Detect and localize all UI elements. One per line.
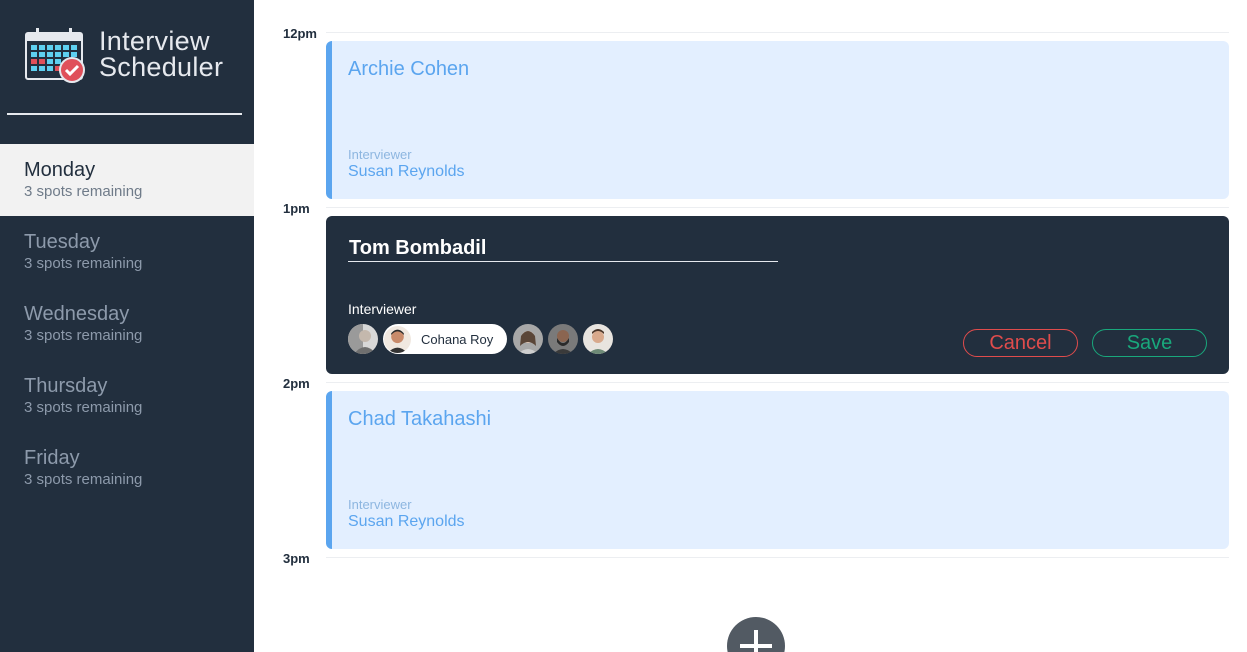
day-name: Thursday (24, 375, 108, 397)
time-label-2pm: 2pm (283, 376, 310, 391)
interviewer-avatar[interactable] (348, 324, 378, 354)
student-name-input[interactable] (348, 235, 778, 262)
day-name: Tuesday (24, 231, 100, 253)
time-label-1pm: 1pm (283, 201, 310, 216)
appointment-card[interactable]: Archie Cohen Interviewer Susan Reynolds (326, 41, 1229, 199)
student-name: Archie Cohen (348, 58, 470, 80)
day-name: Friday (24, 447, 80, 469)
interviewer-label: Interviewer (348, 497, 412, 512)
plus-icon (740, 630, 772, 652)
time-label-3pm: 3pm (283, 551, 310, 566)
day-item-tuesday[interactable]: Tuesday 3 spots remaining (0, 216, 254, 288)
time-label-12pm: 12pm (283, 26, 317, 41)
student-name: Chad Takahashi (348, 408, 492, 430)
appointment-form: Interviewer Cohana Roy Cancel Save (326, 216, 1229, 374)
day-item-wednesday[interactable]: Wednesday 3 spots remaining (0, 288, 254, 360)
save-button[interactable]: Save (1092, 329, 1207, 357)
interviewer-avatar[interactable] (583, 324, 614, 354)
interviewer-name: Susan Reynolds (348, 513, 465, 530)
app-title: Interview Scheduler (99, 26, 224, 82)
day-name: Wednesday (24, 303, 130, 325)
day-name: Monday (24, 159, 96, 181)
day-item-monday[interactable]: Monday 3 spots remaining (0, 144, 254, 216)
sidebar-divider (7, 113, 242, 115)
day-list: Monday 3 spots remaining Tuesday 3 spots… (0, 144, 254, 504)
app-title-line1: Interview (99, 26, 210, 56)
day-spots: 3 spots remaining (24, 399, 143, 416)
interviewer-avatar[interactable] (548, 324, 579, 354)
interviewer-label: Interviewer (348, 147, 412, 162)
day-item-friday[interactable]: Friday 3 spots remaining (0, 432, 254, 504)
calendar-check-icon (24, 27, 86, 85)
interviewer-avatar (384, 325, 411, 353)
interviewer-list: Cohana Roy (348, 324, 618, 354)
day-item-thursday[interactable]: Thursday 3 spots remaining (0, 360, 254, 432)
time-divider (326, 382, 1229, 383)
add-appointment-button[interactable] (727, 617, 785, 652)
interviewer-label: Interviewer (348, 301, 417, 317)
interviewer-name: Susan Reynolds (348, 163, 465, 180)
schedule: 12pm Archie Cohen Interviewer Susan Reyn… (254, 0, 1247, 652)
day-spots: 3 spots remaining (24, 327, 143, 344)
cancel-button[interactable]: Cancel (963, 329, 1078, 357)
time-divider (326, 557, 1229, 558)
time-divider (326, 207, 1229, 208)
sidebar: Interview Scheduler Monday 3 spots remai… (0, 0, 254, 652)
appointment-card[interactable]: Chad Takahashi Interviewer Susan Reynold… (326, 391, 1229, 549)
app-title-line2: Scheduler (99, 52, 224, 82)
day-spots: 3 spots remaining (24, 255, 143, 272)
interviewer-selected-name: Cohana Roy (421, 331, 494, 347)
day-spots: 3 spots remaining (24, 471, 143, 488)
day-spots: 3 spots remaining (24, 183, 143, 200)
interviewer-selected[interactable]: Cohana Roy (383, 324, 508, 354)
time-divider (326, 32, 1229, 33)
interviewer-avatar[interactable] (513, 324, 544, 354)
